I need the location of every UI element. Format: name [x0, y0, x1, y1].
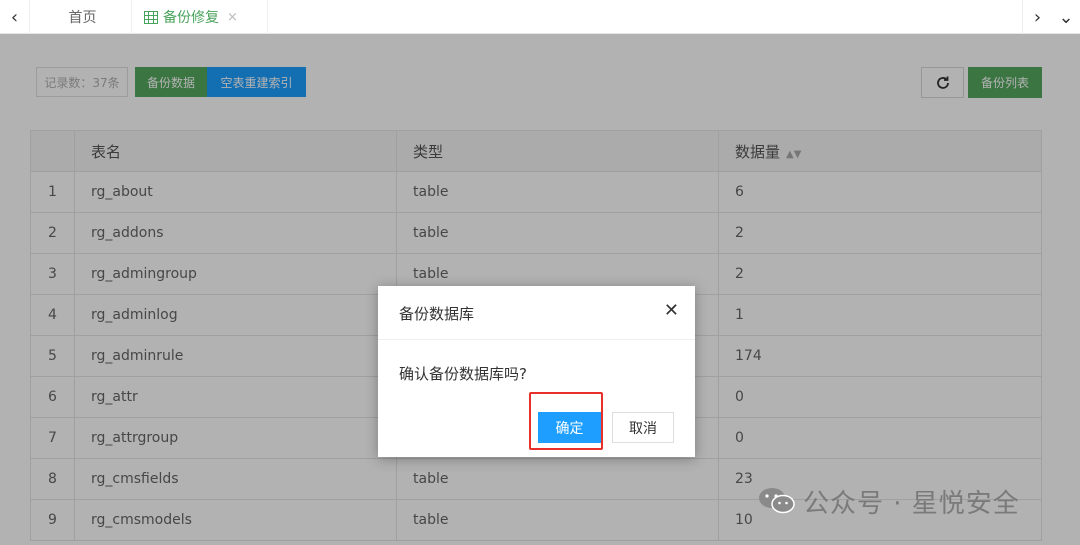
close-icon[interactable]: × [227, 10, 238, 25]
tab-bar: ‹ 首页 备份修复 × › ⌄ [0, 0, 1080, 34]
close-icon[interactable]: ✕ [664, 300, 679, 321]
tab-home[interactable]: 首页 [34, 0, 132, 34]
table-icon [144, 10, 158, 24]
dialog-title: 备份数据库 [399, 305, 475, 323]
confirm-highlight-box [529, 392, 603, 450]
cancel-button[interactable]: 取消 [612, 412, 674, 443]
dialog-header: 备份数据库 ✕ [378, 286, 695, 340]
chevron-right-icon[interactable]: › [1022, 0, 1052, 34]
watermark: 公众号 · 星悦安全 [757, 483, 1020, 519]
wechat-icon [759, 488, 795, 514]
dialog-message: 确认备份数据库吗? [399, 365, 527, 383]
tab-active-label: 备份修复 [163, 10, 219, 26]
chevron-down-icon[interactable]: ⌄ [1052, 0, 1080, 34]
watermark-text: 公众号 · 星悦安全 [803, 488, 1020, 519]
chevron-left-icon[interactable]: ‹ [0, 0, 30, 34]
tab-home-label: 首页 [68, 10, 97, 26]
tab-backup-repair[interactable]: 备份修复 × [132, 0, 268, 34]
